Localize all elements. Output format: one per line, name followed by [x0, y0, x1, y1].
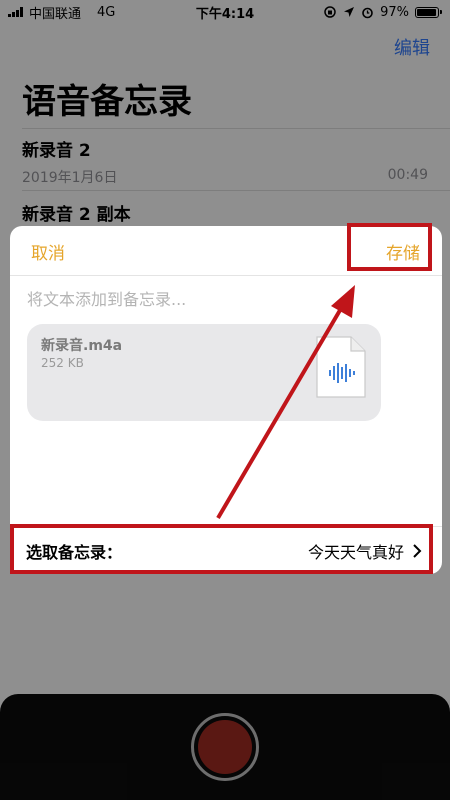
note-text-input[interactable]: 将文本添加到备忘录...: [27, 286, 186, 310]
attachment-card: 新录音.m4a 252 KB: [27, 324, 381, 421]
choose-note-highlight-box: [10, 524, 433, 574]
attachment-file-size: 252 KB: [41, 356, 84, 370]
add-to-notes-sheet: 取消 存储 将文本添加到备忘录... 新录音.m4a 252 KB 选取备忘录：…: [10, 226, 442, 574]
cancel-button[interactable]: 取消: [31, 239, 65, 264]
save-highlight-box: [347, 223, 432, 271]
attachment-file-name: 新录音.m4a: [41, 338, 123, 354]
audio-file-icon: [316, 336, 366, 398]
